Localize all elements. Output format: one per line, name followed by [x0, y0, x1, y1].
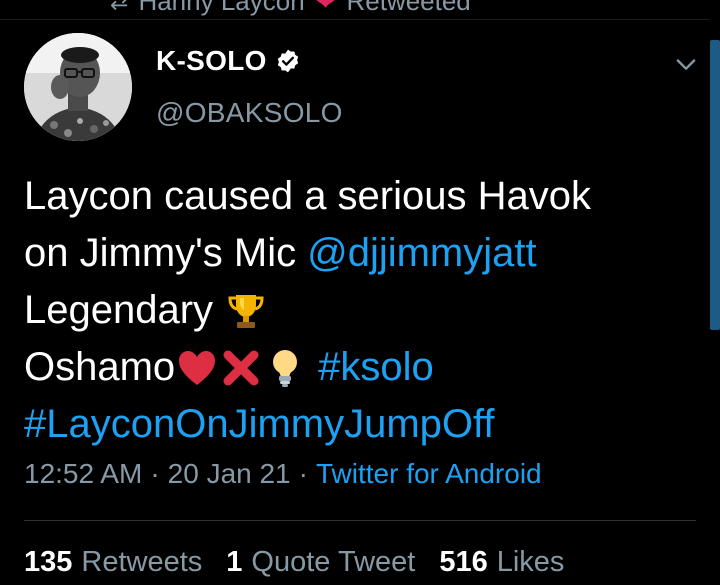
retweets-stat[interactable]: 135 Retweets — [24, 546, 202, 579]
meta-separator: · — [150, 458, 160, 489]
tweet-time: 12:52 AM — [24, 458, 143, 489]
tweet-line-2: on Jimmy's Mic @djjimmyjatt — [24, 225, 704, 282]
likes-label: Likes — [496, 546, 565, 578]
light-bulb-emoji — [263, 346, 307, 390]
tweet-date: 20 Jan 21 — [167, 458, 291, 489]
verified-badge-icon — [275, 48, 301, 74]
quote-tweets-count: 1 — [226, 546, 243, 578]
mention-link[interactable]: @djjimmyjatt — [307, 225, 537, 282]
tweet-text-segment: Oshamo — [24, 345, 176, 389]
avatar-photo — [24, 33, 132, 141]
tweet-meta: 12:52 AM · 20 Jan 21 · Twitter for Andro… — [24, 458, 542, 490]
likes-count: 516 — [439, 546, 488, 578]
cross-mark-emoji — [219, 346, 263, 390]
hashtag-link[interactable]: #ksolo — [318, 339, 434, 396]
author-display-name[interactable]: K-SOLO — [156, 45, 267, 77]
likes-stat[interactable]: 516 Likes — [439, 546, 564, 579]
retweeted-label: Retweeted — [346, 0, 471, 16]
tweet-line-1: Laycon caused a serious Havok — [24, 168, 704, 225]
quote-tweets-label: Quote Tweet — [251, 546, 416, 578]
retweet-context[interactable]: ⇄ Hanny Laycon ❤ Retweeted — [110, 0, 471, 17]
chevron-down-icon[interactable] — [672, 50, 700, 78]
author-handle[interactable]: @OBAKSOLO — [156, 97, 343, 129]
trophy-emoji — [224, 289, 268, 333]
tweet-line-3: Legendary — [24, 282, 704, 339]
tweet-line-5: #LayconOnJimmyJumpOff — [24, 396, 704, 453]
retweet-icon: ⇄ — [110, 0, 129, 14]
tweet-line-4: Oshamo #ksolo — [24, 339, 704, 396]
red-heart-emoji — [175, 346, 219, 390]
tweet-detail-screen: ⇄ Hanny Laycon ❤ Retweeted K-SOLO @OBAKS… — [0, 0, 720, 585]
retweets-count: 135 — [24, 546, 73, 578]
tweet-text-segment: Legendary — [24, 288, 214, 332]
tweet-text: Laycon caused a serious Havok on Jimmy's… — [24, 168, 704, 453]
meta-separator: · — [298, 458, 308, 489]
tweet-source-link[interactable]: Twitter for Android — [316, 458, 542, 490]
retweeter-name: Hanny Laycon — [138, 0, 305, 16]
scrollbar[interactable] — [710, 40, 720, 330]
author-avatar[interactable] — [24, 33, 132, 141]
retweets-label: Retweets — [81, 546, 203, 578]
tweet-text-segment: Laycon caused a serious Havok — [24, 174, 591, 218]
stats-divider — [24, 520, 696, 521]
author-name-row[interactable]: K-SOLO — [156, 45, 301, 77]
quote-tweets-stat[interactable]: 1 Quote Tweet — [226, 546, 415, 579]
heart-icon: ❤ — [314, 0, 337, 16]
tweet-stats: 135 Retweets 1 Quote Tweet 516 Likes — [24, 546, 588, 579]
tweet-text-segment: on Jimmy's Mic — [24, 231, 297, 275]
hashtag-link[interactable]: #LayconOnJimmyJumpOff — [24, 396, 495, 453]
